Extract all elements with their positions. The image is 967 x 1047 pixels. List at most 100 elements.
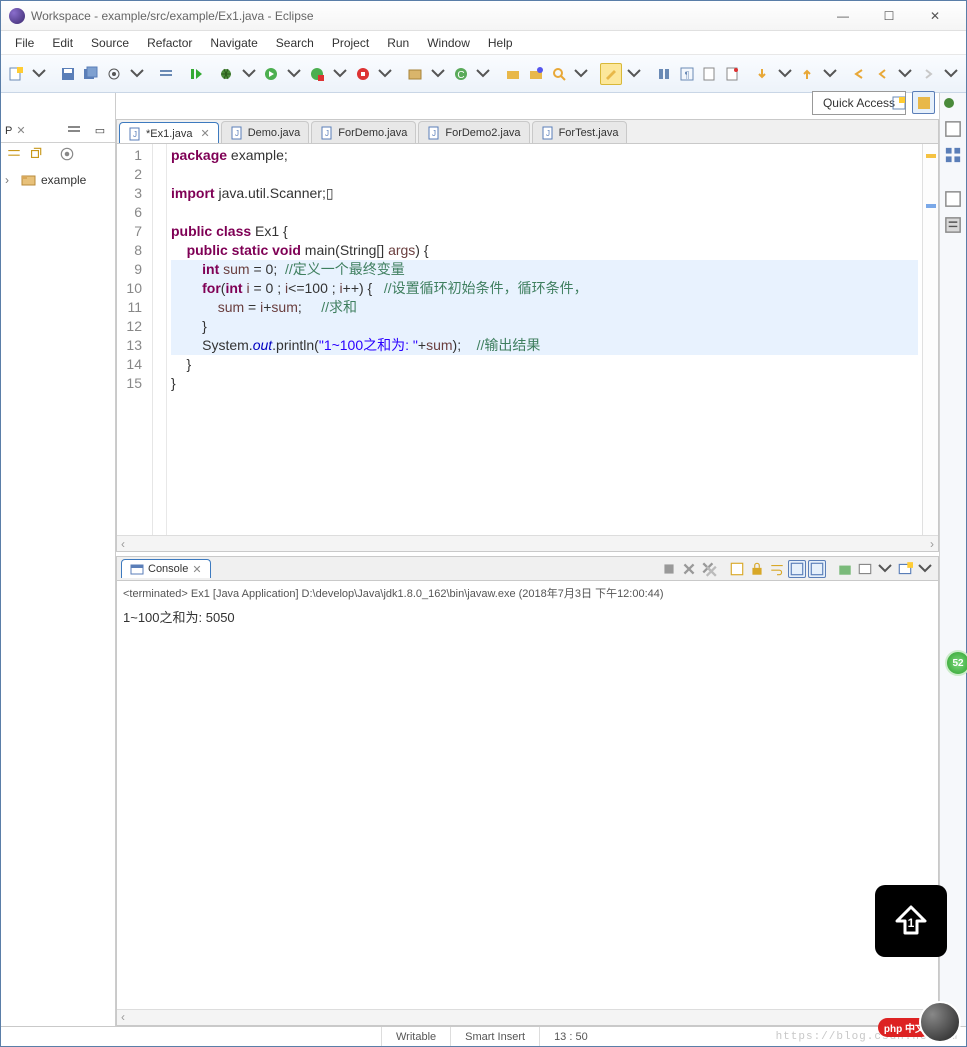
new-package-button[interactable]	[404, 63, 426, 85]
console-icon	[130, 562, 144, 576]
new-console-icon[interactable]	[896, 560, 914, 578]
restore-icon[interactable]	[943, 119, 963, 139]
restore2-icon[interactable]	[943, 189, 963, 209]
menu-navigate[interactable]: Navigate	[202, 34, 265, 52]
overview-ruler[interactable]	[922, 144, 938, 535]
external-tools-button[interactable]	[352, 63, 374, 85]
skip-breakpoints-button[interactable]	[156, 63, 178, 85]
collapse-all-icon[interactable]	[5, 145, 23, 163]
search-dropdown-icon[interactable]	[571, 63, 593, 85]
word-wrap-icon[interactable]	[768, 560, 786, 578]
new-button[interactable]	[5, 63, 27, 85]
prev-dropdown-icon[interactable]	[819, 63, 841, 85]
view-menu-icon[interactable]	[63, 120, 85, 142]
maximize-button[interactable]: ☐	[866, 2, 912, 30]
last-edit-button[interactable]	[849, 63, 871, 85]
forward-button[interactable]	[917, 63, 939, 85]
display-console-icon[interactable]	[808, 560, 826, 578]
debug-dropdown-icon[interactable]	[238, 63, 260, 85]
open-perspective-button[interactable]	[887, 91, 910, 114]
show-source-button[interactable]	[698, 63, 720, 85]
expand-icon[interactable]: ›	[5, 173, 17, 187]
prev-annotation-button[interactable]	[796, 63, 818, 85]
debug-button[interactable]	[215, 63, 237, 85]
menu-file[interactable]: File	[7, 34, 42, 52]
show-console-icon[interactable]	[856, 560, 874, 578]
open-type-button[interactable]	[502, 63, 524, 85]
editor-tab[interactable]: J*Ex1.java✕	[119, 122, 219, 144]
clear-console-icon[interactable]	[728, 560, 746, 578]
mark-dropdown-icon[interactable]	[623, 63, 645, 85]
new-dropdown-icon[interactable]	[28, 63, 50, 85]
editor-tab[interactable]: JForDemo2.java	[418, 121, 529, 143]
toggle-breadcrumb-button[interactable]	[103, 63, 125, 85]
tasklist-icon[interactable]	[943, 215, 963, 235]
toggle-block-button[interactable]	[653, 63, 675, 85]
new-package-dropdown-icon[interactable]	[427, 63, 449, 85]
fold-gutter[interactable]	[153, 144, 167, 535]
link-editor-icon[interactable]	[26, 145, 44, 163]
scroll-lock-icon[interactable]	[748, 560, 766, 578]
coverage-dropdown-icon[interactable]	[329, 63, 351, 85]
save-button[interactable]	[58, 63, 80, 85]
menu-edit[interactable]: Edit	[44, 34, 81, 52]
external-tools-dropdown-icon[interactable]	[374, 63, 396, 85]
resume-button[interactable]	[185, 63, 207, 85]
terminate-icon[interactable]	[660, 560, 678, 578]
editor-scrollbar[interactable]: ‹›	[117, 535, 938, 551]
menu-refactor[interactable]: Refactor	[139, 34, 200, 52]
show-whitespace-button[interactable]: ¶	[676, 63, 698, 85]
view-close-icon[interactable]: ✕	[16, 124, 25, 137]
console-scrollbar[interactable]: ‹›	[117, 1009, 938, 1025]
open-task-button[interactable]	[525, 63, 547, 85]
console-tab-close-icon[interactable]: ✕	[192, 563, 201, 576]
green-badge[interactable]: 52	[945, 650, 967, 676]
project-node[interactable]: › example	[5, 171, 111, 189]
java-perspective-button[interactable]	[912, 91, 935, 114]
menu-search[interactable]: Search	[268, 34, 322, 52]
remove-launch-icon[interactable]	[680, 560, 698, 578]
code-content[interactable]: package example;import java.util.Scanner…	[167, 144, 922, 535]
forward-dropdown-icon[interactable]	[940, 63, 962, 85]
remove-all-icon[interactable]	[700, 560, 718, 578]
save-all-button[interactable]	[80, 63, 102, 85]
menu-source[interactable]: Source	[83, 34, 137, 52]
console-dropdown-icon[interactable]	[876, 560, 894, 578]
open-console-icon[interactable]	[836, 560, 854, 578]
project-tree[interactable]: › example	[1, 165, 115, 195]
menu-project[interactable]: Project	[324, 34, 377, 52]
menu-window[interactable]: Window	[419, 34, 478, 52]
console-tab[interactable]: Console ✕	[121, 559, 211, 578]
back-button[interactable]	[872, 63, 894, 85]
new-class-button[interactable]: C	[450, 63, 472, 85]
pin-button[interactable]	[721, 63, 743, 85]
menu-help[interactable]: Help	[480, 34, 521, 52]
new-console-dropdown-icon[interactable]	[916, 560, 934, 578]
search-button[interactable]	[548, 63, 570, 85]
editor-tab[interactable]: JForTest.java	[532, 121, 628, 143]
new-class-dropdown-icon[interactable]	[473, 63, 495, 85]
toggle-mark-button[interactable]	[600, 63, 622, 85]
code-editor[interactable]: 1236789101112131415 package example;impo…	[117, 144, 938, 535]
next-dropdown-icon[interactable]	[774, 63, 796, 85]
minimize-view-icon[interactable]: ▭	[89, 120, 111, 142]
console-output[interactable]: 1~100之和为: 5050	[117, 605, 938, 1009]
coverage-button[interactable]	[306, 63, 328, 85]
menu-run[interactable]: Run	[379, 34, 417, 52]
tab-close-icon[interactable]: ✕	[200, 127, 209, 140]
next-annotation-button[interactable]	[751, 63, 773, 85]
back-dropdown-icon[interactable]	[895, 63, 917, 85]
dropdown-icon[interactable]	[126, 63, 148, 85]
outline-icon[interactable]	[943, 145, 963, 165]
pin-console-icon[interactable]	[788, 560, 806, 578]
close-button[interactable]: ✕	[912, 2, 958, 30]
run-dropdown-icon[interactable]	[283, 63, 305, 85]
avatar-icon[interactable]	[919, 1001, 961, 1043]
scroll-to-top-button[interactable]: 1	[875, 885, 947, 957]
debug-perspective-button[interactable]	[937, 91, 960, 114]
editor-tab[interactable]: JForDemo.java	[311, 121, 416, 143]
minimize-button[interactable]: —	[820, 2, 866, 30]
focus-task-icon[interactable]	[58, 145, 76, 163]
run-button[interactable]	[261, 63, 283, 85]
editor-tab[interactable]: JDemo.java	[221, 121, 310, 143]
